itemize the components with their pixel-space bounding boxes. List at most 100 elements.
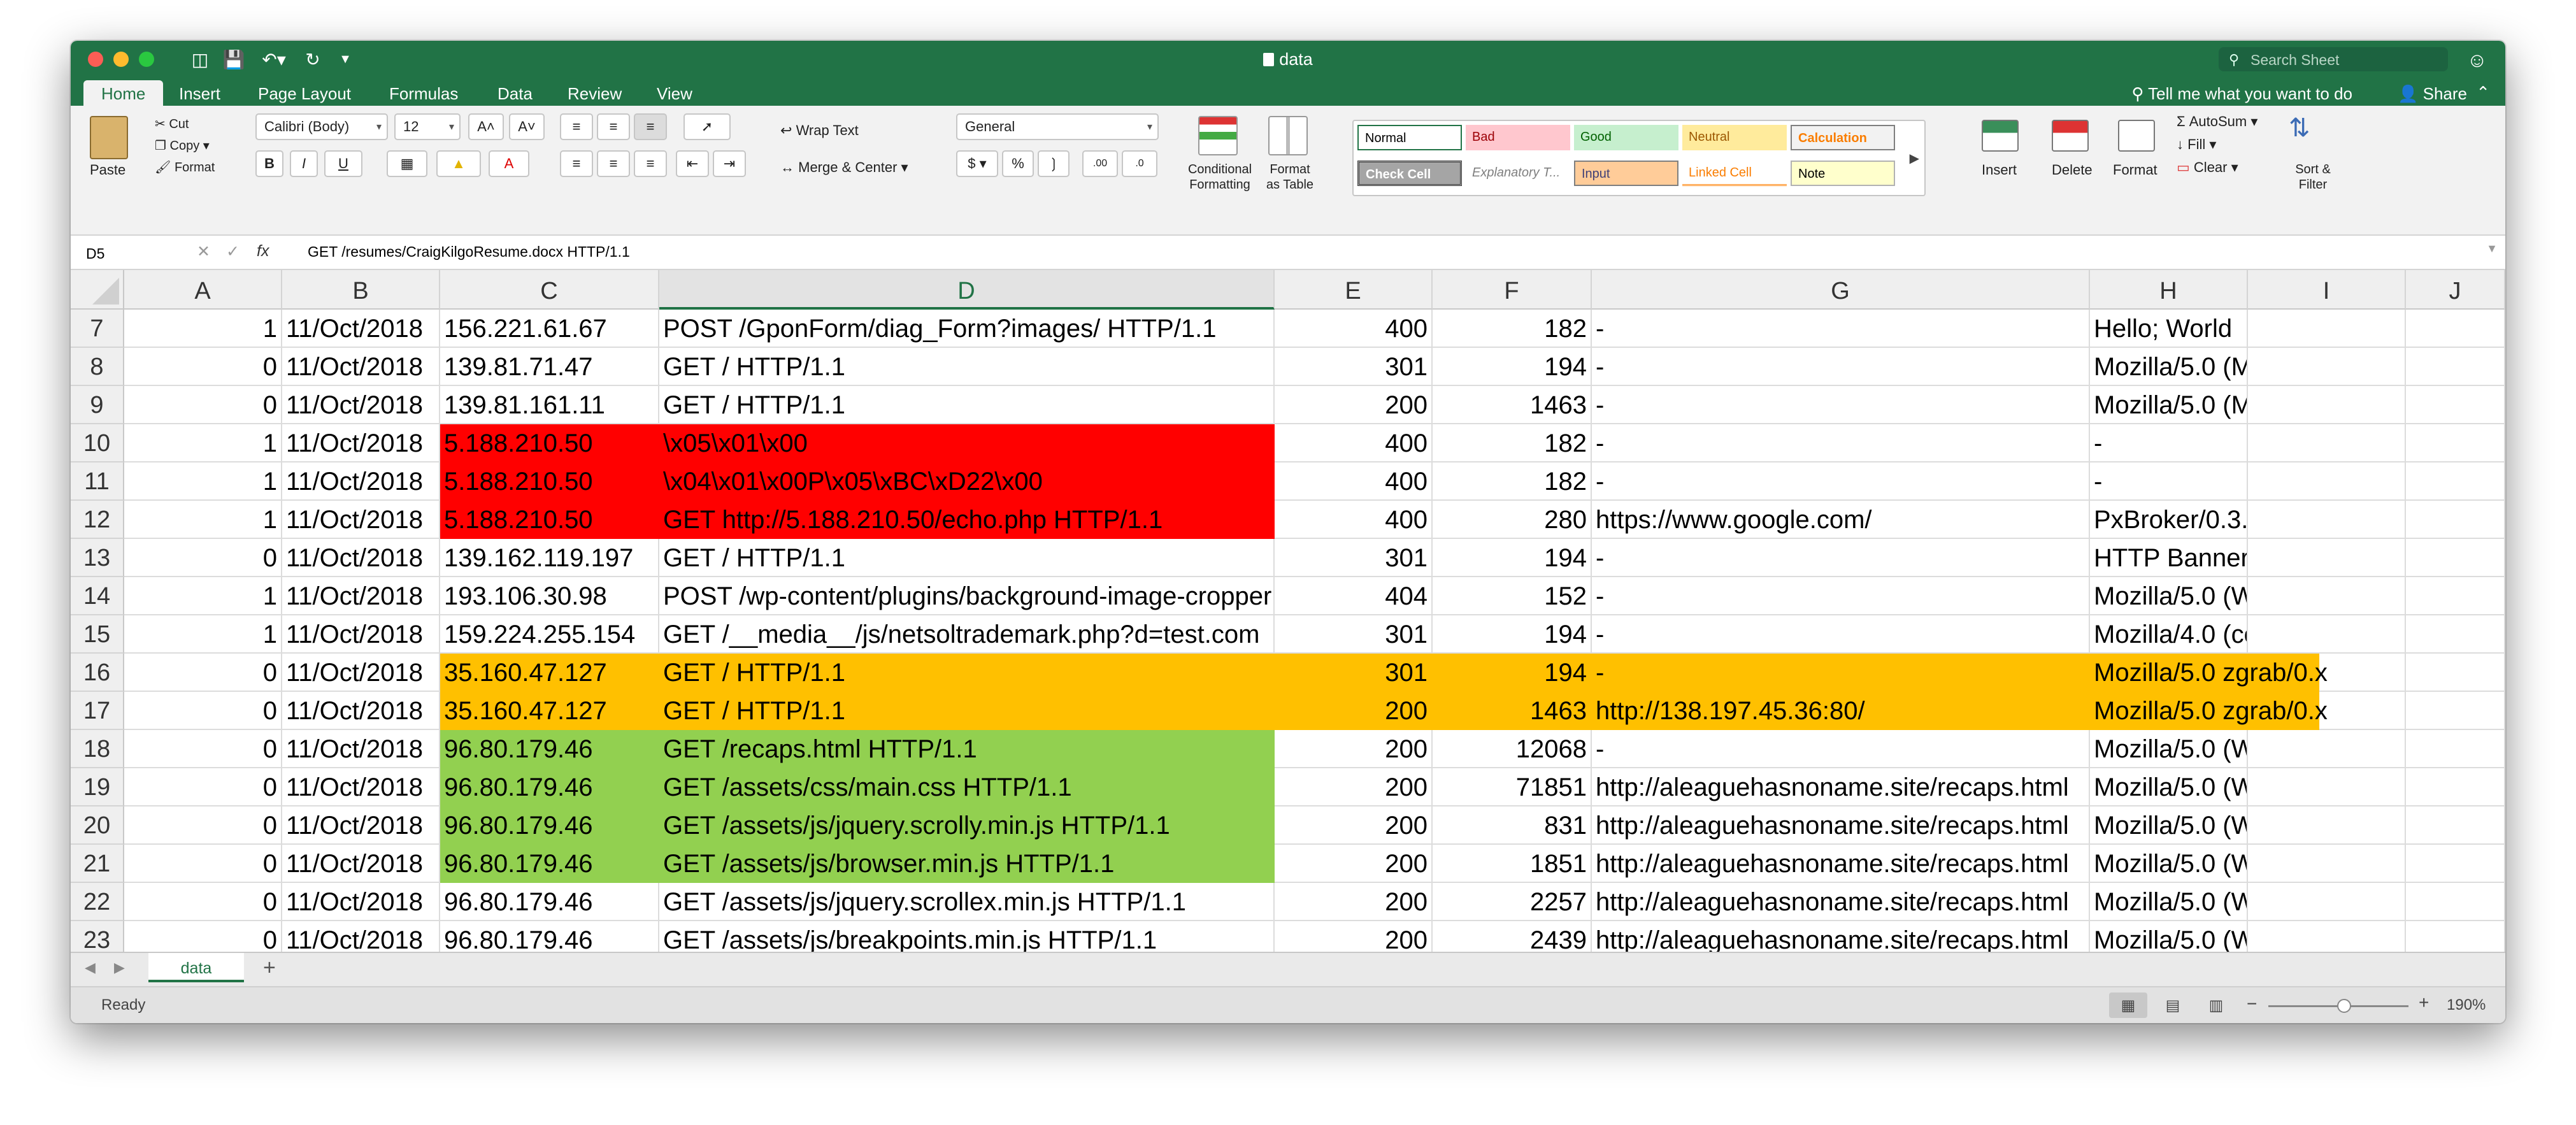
cell-g-row-22[interactable]: http://aleaguehasnoname.site/recaps.html	[1592, 883, 2090, 921]
paste-icon[interactable]	[90, 116, 128, 159]
tab-review[interactable]: Review	[568, 80, 622, 106]
cell-a-row-15[interactable]: 1	[124, 615, 282, 654]
align-bottom-button[interactable]: ≡	[634, 113, 667, 140]
cell-d-row-18[interactable]: GET /recaps.html HTTP/1.1	[659, 730, 1275, 768]
next-sheet-icon[interactable]: ▶	[114, 959, 125, 976]
cell-g-row-15[interactable]: -	[1592, 615, 2090, 654]
share-button[interactable]: 👤 Share	[2398, 84, 2467, 104]
cell-h-row-11[interactable]: -	[2090, 462, 2248, 501]
select-all-corner[interactable]	[71, 270, 124, 310]
cell-j-row-9[interactable]	[2406, 386, 2505, 424]
feedback-smiley-icon[interactable]: ☺	[2466, 48, 2487, 72]
wrap-text-button[interactable]: ↩ Wrap Text	[780, 122, 859, 139]
cell-a-row-12[interactable]: 1	[124, 501, 282, 539]
conditional-formatting-button[interactable]: Conditional Formatting	[1182, 162, 1258, 192]
cell-d-row-21[interactable]: GET /assets/js/browser.min.js HTTP/1.1	[659, 845, 1275, 883]
cell-a-row-18[interactable]: 0	[124, 730, 282, 768]
cell-a-row-13[interactable]: 0	[124, 539, 282, 577]
cell-d-row-8[interactable]: GET / HTTP/1.1	[659, 348, 1275, 386]
cell-d-row-15[interactable]: GET /__media__/js/netsoltrademark.php?d=…	[659, 615, 1275, 654]
cell-d-row-13[interactable]: GET / HTTP/1.1	[659, 539, 1275, 577]
cell-i-row-8[interactable]	[2248, 348, 2406, 386]
cell-e-row-16[interactable]: 301	[1275, 654, 1433, 692]
cell-e-row-19[interactable]: 200	[1275, 768, 1433, 806]
increase-indent-button[interactable]: ⇥	[713, 150, 746, 177]
cut-button[interactable]: ✂ Cut	[155, 116, 189, 132]
cell-f-row-21[interactable]: 1851	[1433, 845, 1592, 883]
cell-i-row-14[interactable]	[2248, 577, 2406, 615]
underline-button[interactable]: U	[324, 150, 362, 177]
column-header-i[interactable]: I	[2248, 270, 2406, 310]
cell-d-row-12[interactable]: GET http://5.188.210.50/echo.php HTTP/1.…	[659, 501, 1275, 539]
cell-d-row-10[interactable]: \x05\x01\x00	[659, 424, 1275, 462]
cell-e-row-21[interactable]: 200	[1275, 845, 1433, 883]
align-left-button[interactable]: ≡	[560, 150, 593, 177]
comma-style-button[interactable]: ❳	[1038, 150, 1070, 177]
cell-c-row-12[interactable]: 5.188.210.50	[440, 501, 659, 539]
cell-h-row-15[interactable]: Mozilla/4.0 (compatible; MSIE 6.0; W	[2090, 615, 2248, 654]
cell-b-row-11[interactable]: 11/Oct/2018	[282, 462, 440, 501]
cell-e-row-20[interactable]: 200	[1275, 806, 1433, 845]
normal-view-icon[interactable]: ▦	[2109, 992, 2147, 1018]
paste-button[interactable]: Paste	[90, 162, 125, 178]
cell-c-row-14[interactable]: 193.106.30.98	[440, 577, 659, 615]
sheet-tab-data[interactable]: data	[148, 953, 244, 982]
cell-c-row-18[interactable]: 96.80.179.46	[440, 730, 659, 768]
tell-me-box[interactable]: ⚲ Tell me what you want to do	[2131, 84, 2352, 104]
cell-f-row-11[interactable]: 182	[1433, 462, 1592, 501]
currency-format-button[interactable]: $ ▾	[956, 150, 998, 177]
cell-b-row-19[interactable]: 11/Oct/2018	[282, 768, 440, 806]
format-cells-icon[interactable]	[2118, 120, 2155, 152]
cell-c-row-19[interactable]: 96.80.179.46	[440, 768, 659, 806]
row-header[interactable]: 17	[71, 692, 124, 730]
style-linked-cell[interactable]: Linked Cell	[1682, 161, 1787, 186]
align-middle-button[interactable]: ≡	[597, 113, 630, 140]
style-calculation[interactable]: Calculation	[1791, 125, 1895, 150]
cell-b-row-17[interactable]: 11/Oct/2018	[282, 692, 440, 730]
cell-f-row-16[interactable]: 194	[1433, 654, 1592, 692]
row-header[interactable]: 7	[71, 310, 124, 348]
cell-f-row-9[interactable]: 1463	[1433, 386, 1592, 424]
cell-d-row-16[interactable]: GET / HTTP/1.1	[659, 654, 1275, 692]
delete-cells-button[interactable]: Delete	[2052, 162, 2093, 178]
name-box[interactable]: D5	[81, 241, 176, 265]
row-header[interactable]: 22	[71, 883, 124, 921]
cell-h-row-8[interactable]: Mozilla/5.0 (Macintosh; Intel Mac OS	[2090, 348, 2248, 386]
cell-g-row-12[interactable]: https://www.google.com/	[1592, 501, 2090, 539]
sort-filter-icon[interactable]: ⇅	[2289, 113, 2310, 143]
number-format-dropdown[interactable]: General	[956, 113, 1159, 140]
cell-h-row-13[interactable]: HTTP Banner Detection(security.ipip.net)	[2090, 539, 2248, 577]
cell-g-row-21[interactable]: http://aleaguehasnoname.site/recaps.html	[1592, 845, 2090, 883]
insert-cells-icon[interactable]	[1982, 120, 2019, 152]
formula-input[interactable]: GET /resumes/CraigKilgoResume.docx HTTP/…	[308, 243, 630, 261]
cell-f-row-13[interactable]: 194	[1433, 539, 1592, 577]
cell-f-row-22[interactable]: 2257	[1433, 883, 1592, 921]
page-layout-view-icon[interactable]: ▤	[2154, 992, 2192, 1018]
cell-g-row-7[interactable]: -	[1592, 310, 2090, 348]
format-as-table-button[interactable]: Format as Table	[1258, 162, 1322, 192]
cell-b-row-9[interactable]: 11/Oct/2018	[282, 386, 440, 424]
style-check-cell[interactable]: Check Cell	[1357, 161, 1462, 186]
cell-i-row-13[interactable]	[2248, 539, 2406, 577]
cell-a-row-14[interactable]: 1	[124, 577, 282, 615]
percent-format-button[interactable]: %	[1002, 150, 1034, 177]
cell-d-row-17[interactable]: GET / HTTP/1.1	[659, 692, 1275, 730]
cell-j-row-8[interactable]	[2406, 348, 2505, 386]
align-top-button[interactable]: ≡	[560, 113, 593, 140]
align-center-button[interactable]: ≡	[597, 150, 630, 177]
cell-a-row-21[interactable]: 0	[124, 845, 282, 883]
cell-f-row-18[interactable]: 12068	[1433, 730, 1592, 768]
tab-insert[interactable]: Insert	[179, 80, 220, 106]
orientation-button[interactable]: ➚	[683, 113, 731, 140]
cell-i-row-12[interactable]	[2248, 501, 2406, 539]
column-header-c[interactable]: C	[440, 270, 659, 310]
cell-h-row-9[interactable]: Mozilla/5.0 (Macintosh; Intel Mac OS	[2090, 386, 2248, 424]
conditional-formatting-icon[interactable]	[1198, 116, 1238, 155]
cell-j-row-16[interactable]	[2406, 654, 2505, 692]
bold-button[interactable]: B	[255, 150, 283, 177]
cell-h-row-10[interactable]: -	[2090, 424, 2248, 462]
cell-f-row-15[interactable]: 194	[1433, 615, 1592, 654]
delete-cells-icon[interactable]	[2052, 120, 2089, 152]
cell-d-row-19[interactable]: GET /assets/css/main.css HTTP/1.1	[659, 768, 1275, 806]
cell-j-row-12[interactable]	[2406, 501, 2505, 539]
